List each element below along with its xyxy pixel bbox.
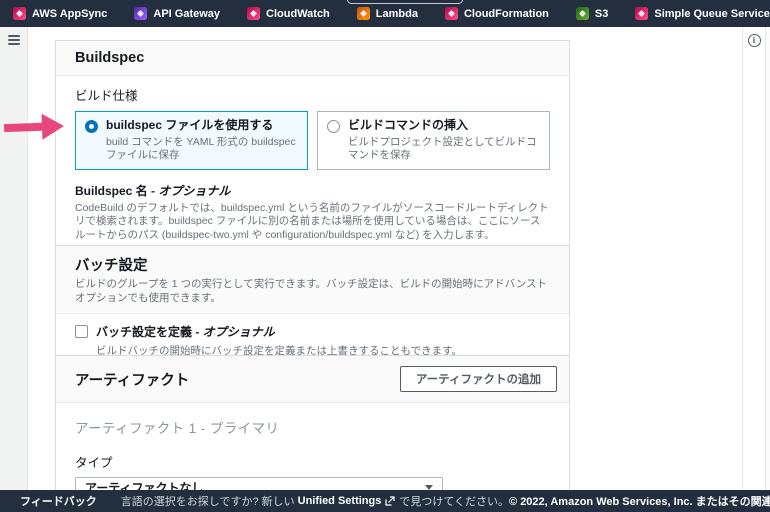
favorite-sqs[interactable]: Simple Queue Service <box>635 7 770 20</box>
api-gateway-icon <box>134 7 148 20</box>
favorite-appsync[interactable]: AWS AppSync <box>13 7 107 20</box>
radio-selected-icon[interactable] <box>85 120 98 133</box>
artifact-type-select[interactable]: アーティファクトなし <box>75 477 443 490</box>
artifacts-panel-header: アーティファクト アーティファクトの追加 <box>56 356 569 403</box>
buildspec-panel-title: Buildspec <box>75 50 145 66</box>
favorite-api-gateway[interactable]: API Gateway <box>134 7 220 20</box>
option-use-buildspec-file[interactable]: buildspec ファイルを使用する build コマンドを YAML 形式の… <box>75 111 308 170</box>
external-link-icon <box>385 496 395 506</box>
info-icon[interactable]: i <box>747 34 761 47</box>
artifact-type-label: タイプ <box>75 456 113 470</box>
cloudformation-icon <box>444 7 458 20</box>
annotation-arrow-icon <box>3 113 64 140</box>
define-batch-label: バッチ設定を定義 - オプショナル <box>96 325 275 340</box>
scrollbar[interactable] <box>765 27 770 490</box>
favorite-cloudwatch[interactable]: CloudWatch <box>247 7 330 20</box>
artifact-type-value: アーティファクトなし <box>85 481 204 490</box>
lambda-icon <box>356 7 370 20</box>
favorite-s3[interactable]: S3 <box>575 7 608 20</box>
favorite-cloudformation[interactable]: CloudFormation <box>444 7 549 20</box>
option-description: ビルドプロジェクト設定としてビルドコマンドを保存 <box>348 135 537 161</box>
s3-icon <box>575 7 589 20</box>
appsync-icon <box>13 7 26 20</box>
option-title: ビルドコマンドの挿入 <box>348 118 469 132</box>
option-description: build コマンドを YAML 形式の buildspec ファイルに保存 <box>106 135 296 161</box>
batch-panel-description: ビルドのグループを 1 つの実行として実行できます。バッチ設定は、ビルドの開始時… <box>75 278 547 304</box>
batch-settings-panel: バッチ設定 ビルドのグループを 1 つの実行として実行できます。バッチ設定は、ビ… <box>55 245 570 373</box>
batch-panel-header: バッチ設定 ビルドのグループを 1 つの実行として実行できます。バッチ設定は、ビ… <box>56 246 569 315</box>
batch-panel-title: バッチ設定 <box>75 258 148 274</box>
define-batch-checkbox[interactable] <box>75 325 88 339</box>
buildspec-panel-header: Buildspec <box>56 41 569 76</box>
buildspec-name-description: CodeBuild のデフォルトでは、buildspec.yml という名前のフ… <box>75 201 549 241</box>
side-navigation-rail <box>0 27 28 490</box>
artifact-1-primary-heading: アーティファクト 1 - プライマリ <box>75 421 280 436</box>
main-content: Buildspec ビルド仕様 buildspec ファイルを使用する buil… <box>28 27 742 490</box>
buildspec-name-label: Buildspec 名 - オプショナル <box>75 183 231 198</box>
language-settings-message: 言語の選択をお探しですか? 新しい Unified Settings で見つけて… <box>120 495 510 508</box>
help-rail: i <box>742 27 765 490</box>
option-insert-build-commands[interactable]: ビルドコマンドの挿入 ビルドプロジェクト設定としてビルドコマンドを保存 <box>317 111 550 170</box>
favorite-lambda[interactable]: Lambda <box>356 7 418 20</box>
build-spec-label: ビルド仕様 <box>75 89 138 103</box>
feedback-link[interactable]: フィードバック <box>20 493 97 509</box>
footer-bar: フィードバック 言語の選択をお探しですか? 新しい Unified Settin… <box>0 490 770 512</box>
artifacts-panel: アーティファクト アーティファクトの追加 アーティファクト 1 - プライマリ … <box>55 355 570 490</box>
menu-icon[interactable] <box>7 35 20 45</box>
artifacts-panel-title: アーティファクト <box>75 372 190 389</box>
copyright-text: © 2022, Amazon Web Services, Inc. またはその関… <box>509 496 770 508</box>
favorites-bar: AWS AppSync API Gateway CloudWatch Lambd… <box>0 0 770 27</box>
radio-unselected-icon[interactable] <box>327 120 340 133</box>
unified-settings-link[interactable]: Unified Settings <box>298 495 382 507</box>
sqs-icon <box>635 7 649 20</box>
option-title: buildspec ファイルを使用する <box>106 118 274 132</box>
page-body: Buildspec ビルド仕様 buildspec ファイルを使用する buil… <box>0 27 770 490</box>
cloudwatch-icon <box>247 7 261 20</box>
add-artifact-button[interactable]: アーティファクトの追加 <box>399 366 557 392</box>
browser-popup-remnant <box>347 0 463 4</box>
